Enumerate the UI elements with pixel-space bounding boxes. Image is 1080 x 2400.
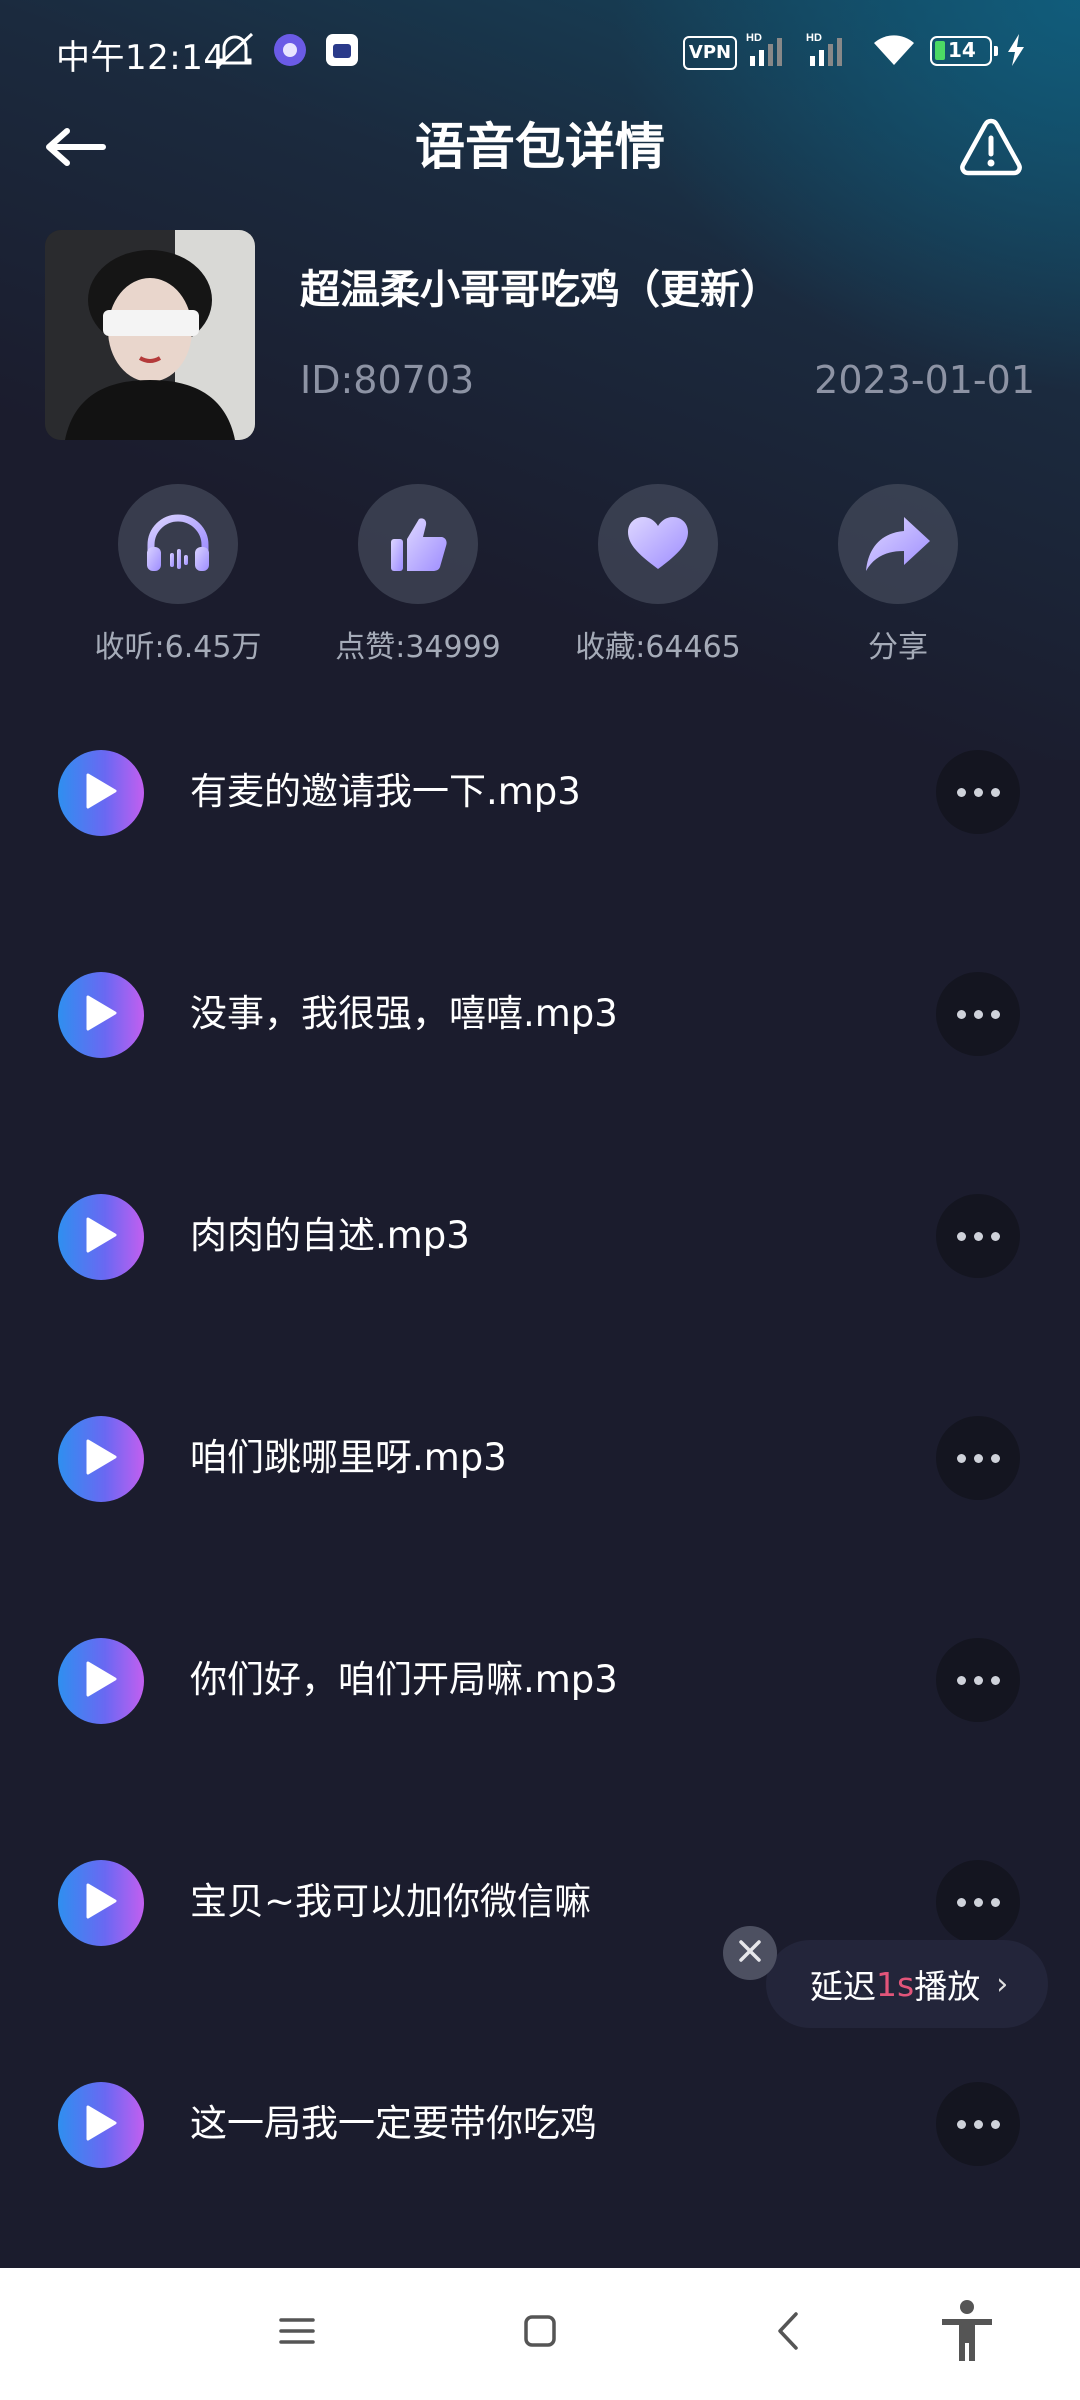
voice-title: 咱们跳哪里呀.mp3 [190,1436,507,1479]
favorite-count: 收藏:64465 [575,630,741,665]
warning-icon [958,116,1024,182]
listen-count: 收听:6.45万 [94,630,262,665]
battery-icon: 14 [930,36,998,66]
mute-icon [212,30,258,70]
chevron-right-icon: › [996,1966,1009,2002]
accessibility-button[interactable] [932,2298,1002,2368]
play-button[interactable] [58,1860,144,1946]
more-button[interactable] [936,1638,1020,1722]
voice-title: 肉肉的自述.mp3 [190,1214,470,1257]
voice-title: 没事，我很强，嘻嘻.mp3 [190,992,618,1035]
menu-icon [279,2316,315,2350]
signal-hd-icon: HD [746,30,798,70]
voice-item[interactable]: 咱们跳哪里呀.mp3 [0,1398,1080,1518]
like-button[interactable]: 点赞:34999 [298,484,538,666]
report-button[interactable] [956,114,1026,184]
svg-text:HD: HD [746,32,762,44]
chevron-left-icon [776,2311,800,2355]
app-notification-icon [270,30,310,70]
charging-icon [1003,30,1029,70]
play-button[interactable] [58,750,144,836]
pack-name: 超温柔小哥哥吃鸡（更新） [300,267,780,313]
more-button[interactable] [936,972,1020,1056]
pack-date: 2023-01-01 [814,358,1035,402]
more-button[interactable] [936,2082,1020,2166]
thumbs-up-icon [358,484,478,604]
more-icon [956,1675,1000,1685]
like-count: 点赞:34999 [335,630,501,665]
app-notification-icon-2 [322,30,362,70]
menu-button[interactable] [262,2298,332,2368]
share-button[interactable]: 分享 [778,484,1018,666]
pack-cover-image [45,230,255,440]
play-icon [84,772,118,814]
accessibility-icon [939,2299,995,2367]
voice-item[interactable]: 你们好，咱们开局嘛.mp3 [0,1620,1080,1740]
play-button[interactable] [58,972,144,1058]
play-button[interactable] [58,2082,144,2168]
wifi-icon [868,30,920,70]
more-button[interactable] [936,1416,1020,1500]
play-icon [84,2104,118,2146]
voice-item[interactable]: 肉肉的自述.mp3 [0,1176,1080,1296]
play-icon [84,1216,118,1258]
more-icon [956,2119,1000,2129]
system-nav-bar [0,2268,1080,2400]
more-icon [956,787,1000,797]
favorite-button[interactable]: 收藏:64465 [538,484,778,666]
listen-stat[interactable]: 收听:6.45万 [58,484,298,666]
voice-item[interactable]: 没事，我很强，嘻嘻.mp3 [0,954,1080,1074]
headphones-icon [118,484,238,604]
nav-back-button[interactable] [753,2298,823,2368]
more-button[interactable] [936,1860,1020,1944]
status-time: 中午12:14 [56,38,226,78]
more-icon [956,1453,1000,1463]
voice-title: 有麦的邀请我一下.mp3 [190,770,581,813]
share-icon [838,484,958,604]
signal-hd-icon-2: HD [806,30,858,70]
voice-item[interactable]: 有麦的邀请我一下.mp3 [0,732,1080,852]
close-icon [738,1939,762,1967]
delay-prefix: 延迟 [810,1967,876,2006]
play-button[interactable] [58,1194,144,1280]
close-delay-button[interactable] [723,1926,777,1980]
home-button[interactable] [505,2298,575,2368]
more-icon [956,1897,1000,1907]
voice-title: 你们好，咱们开局嘛.mp3 [190,1658,618,1701]
play-icon [84,994,118,1036]
delay-suffix: 播放 [914,1967,981,2006]
play-icon [84,1660,118,1702]
more-button[interactable] [936,1194,1020,1278]
play-button[interactable] [58,1638,144,1724]
heart-icon [598,484,718,604]
more-button[interactable] [936,750,1020,834]
share-label: 分享 [868,630,928,665]
voice-title: 这一局我一定要带你吃鸡 [190,2102,597,2145]
svg-text:HD: HD [806,32,822,44]
vpn-indicator: VPN [683,36,737,70]
voice-item[interactable]: 这一局我一定要带你吃鸡 [0,2064,1080,2184]
pack-id: ID:80703 [300,358,475,402]
play-icon [84,1438,118,1480]
voice-title: 宝贝~我可以加你微信嘛 [190,1880,592,1923]
play-button[interactable] [58,1416,144,1502]
page-title: 语音包详情 [415,118,665,176]
status-bar: 中午12:14 VPN HD HD 14 [0,0,1080,104]
delay-play-button[interactable]: 延迟 1s 播放 › [766,1940,1048,2028]
more-icon [956,1009,1000,1019]
square-icon [523,2314,557,2352]
delay-seconds: 1s [876,1964,915,2004]
play-icon [84,1882,118,1924]
more-icon [956,1231,1000,1241]
